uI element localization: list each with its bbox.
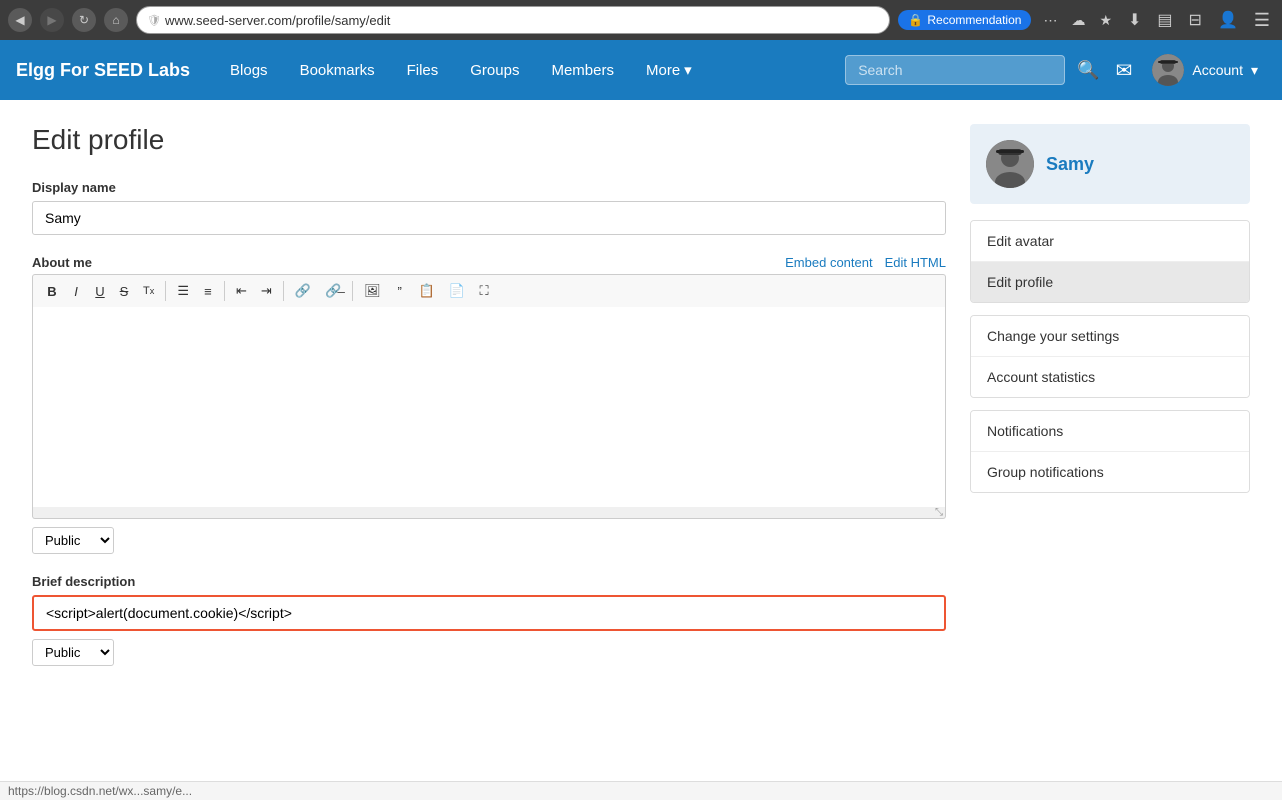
back-button[interactable]: ◀ — [8, 8, 32, 32]
brief-desc-label: Brief description — [32, 574, 946, 589]
sidebar-notifications[interactable]: Notifications — [971, 411, 1249, 452]
sidebar-section-notifications: Notifications Group notifications — [970, 410, 1250, 493]
sidebar-edit-avatar[interactable]: Edit avatar — [971, 221, 1249, 262]
toolbar-divider-2 — [224, 281, 225, 301]
toolbar-unordered-list[interactable]: ≡ — [197, 279, 219, 303]
search-button[interactable]: 🔍 — [1073, 56, 1103, 85]
nav-bookmarks[interactable]: Bookmarks — [284, 40, 391, 100]
about-me-header: About me Embed content Edit HTML — [32, 255, 946, 270]
display-name-label: Display name — [32, 180, 946, 195]
browser-chrome: ◀ ▶ ↻ ⌂ 🛡 www.seed-server.com/profile/sa… — [0, 0, 1282, 40]
account-arrow: ▾ — [1251, 62, 1258, 79]
bookmark-button[interactable]: ★ — [1095, 10, 1116, 31]
toolbar-divider-1 — [165, 281, 166, 301]
nav-members[interactable]: Members — [535, 40, 630, 100]
toolbar-paste-word[interactable]: 📄 — [443, 279, 471, 303]
avatar-icon — [1152, 54, 1184, 86]
toolbar-clear-format[interactable]: Tx — [137, 279, 160, 303]
sidebar-group-notifications[interactable]: Group notifications — [971, 452, 1249, 492]
library-button[interactable]: ▤ — [1153, 8, 1176, 32]
nav-blogs[interactable]: Blogs — [214, 40, 284, 100]
more-options-button[interactable]: ⋯ — [1039, 10, 1061, 31]
brief-desc-group: Brief description Public Friends Private — [32, 574, 946, 666]
navbar-links: Blogs Bookmarks Files Groups Members Mor… — [214, 40, 845, 100]
sidebar-account-statistics[interactable]: Account statistics — [971, 357, 1249, 397]
toolbar-paste-text[interactable]: 📋 — [413, 279, 441, 303]
profile-card: Samy — [970, 124, 1250, 204]
toolbar-ordered-list[interactable]: ☰ — [171, 279, 195, 303]
download-button[interactable]: ⬇ — [1124, 8, 1145, 32]
brief-desc-visibility-select[interactable]: Public Friends Private — [32, 639, 114, 666]
toolbar-indent[interactable]: ⇥ — [255, 279, 278, 303]
page-title: Edit profile — [32, 124, 946, 156]
account-avatar — [1152, 54, 1184, 86]
site-brand[interactable]: Elgg For SEED Labs — [16, 60, 190, 81]
sidebar-section-settings: Change your settings Account statistics — [970, 315, 1250, 398]
about-me-section: About me Embed content Edit HTML B I U S… — [32, 255, 946, 554]
display-name-input[interactable] — [32, 201, 946, 235]
toolbar-image[interactable]: 🖼 — [358, 279, 387, 303]
right-sidebar: Samy Edit avatar Edit profile Change you… — [970, 124, 1250, 686]
home-button[interactable]: ⌂ — [104, 8, 128, 32]
search-input[interactable] — [845, 55, 1065, 85]
pocket-button[interactable]: ☁ — [1067, 10, 1089, 31]
nav-more[interactable]: More ▾ — [630, 40, 708, 100]
toolbar-bold[interactable]: B — [41, 279, 63, 303]
url-display: www.seed-server.com/profile/samy/edit — [165, 13, 390, 28]
embed-content-link[interactable]: Embed content — [785, 255, 872, 270]
toolbar-divider-4 — [352, 281, 353, 301]
profile-name: Samy — [1046, 154, 1094, 175]
profile-avatar-icon — [986, 140, 1034, 188]
url-hint-text: https://blog.csdn.net/wx...samy/e... — [8, 784, 192, 798]
security-icon: 🛡 — [147, 14, 161, 27]
profile-avatar — [986, 140, 1034, 188]
reload-button[interactable]: ↻ — [72, 8, 96, 32]
toolbar-unlink[interactable]: 🔗̶ — [319, 279, 347, 303]
sidebar-section-profile: Edit avatar Edit profile — [970, 220, 1250, 303]
about-me-editor[interactable] — [32, 307, 946, 507]
toolbar-fullscreen[interactable]: ⛶ — [473, 279, 495, 303]
editor-resize-bar: ⤡ — [32, 507, 946, 519]
browser-actions: ⋯ ☁ ★ — [1039, 10, 1116, 31]
recommendation-button[interactable]: 🔒 Recommendation — [898, 10, 1031, 30]
resize-icon: ⤡ — [935, 507, 943, 518]
mail-button[interactable]: ✉ — [1112, 54, 1137, 87]
toolbar-italic[interactable]: I — [65, 279, 87, 303]
left-panel: Edit profile Display name About me Embed… — [32, 124, 946, 686]
menu-button[interactable]: ☰ — [1250, 8, 1274, 33]
main-content: Edit profile Display name About me Embed… — [0, 100, 1282, 710]
editor-toolbar: B I U S Tx ☰ ≡ ⇤ ⇥ 🔗 🔗̶ 🖼 ” 📋 📄 ⛶ — [32, 274, 946, 307]
nav-groups[interactable]: Groups — [454, 40, 535, 100]
sidebar-change-settings[interactable]: Change your settings — [971, 316, 1249, 357]
toolbar-divider-3 — [283, 281, 284, 301]
toolbar-outdent[interactable]: ⇤ — [230, 279, 253, 303]
account-label: Account — [1192, 62, 1243, 78]
about-me-label: About me — [32, 255, 92, 270]
nav-files[interactable]: Files — [391, 40, 455, 100]
address-bar[interactable]: 🛡 www.seed-server.com/profile/samy/edit — [136, 6, 890, 34]
recommendation-icon: 🔒 — [908, 13, 923, 27]
search-area: 🔍 ✉ Account ▾ — [845, 54, 1266, 87]
toolbar-link[interactable]: 🔗 — [289, 279, 317, 303]
account-area[interactable]: Account ▾ — [1144, 54, 1266, 86]
sidebar-edit-profile[interactable]: Edit profile — [971, 262, 1249, 302]
about-me-visibility-select[interactable]: Public Friends Private — [32, 527, 114, 554]
edit-html-link[interactable]: Edit HTML — [885, 255, 946, 270]
brief-desc-input[interactable] — [32, 595, 946, 631]
forward-button[interactable]: ▶ — [40, 8, 64, 32]
toolbar-strike[interactable]: S — [113, 279, 135, 303]
navbar: Elgg For SEED Labs Blogs Bookmarks Files… — [0, 40, 1282, 100]
firefox-account-button[interactable]: 👤 — [1214, 8, 1242, 32]
display-name-group: Display name — [32, 180, 946, 235]
about-me-links: Embed content Edit HTML — [785, 255, 946, 270]
toolbar-blockquote[interactable]: ” — [389, 279, 411, 303]
reader-button[interactable]: ⊟ — [1185, 8, 1206, 32]
toolbar-underline[interactable]: U — [89, 279, 111, 303]
url-hint-bar: https://blog.csdn.net/wx...samy/e... — [0, 781, 1282, 800]
